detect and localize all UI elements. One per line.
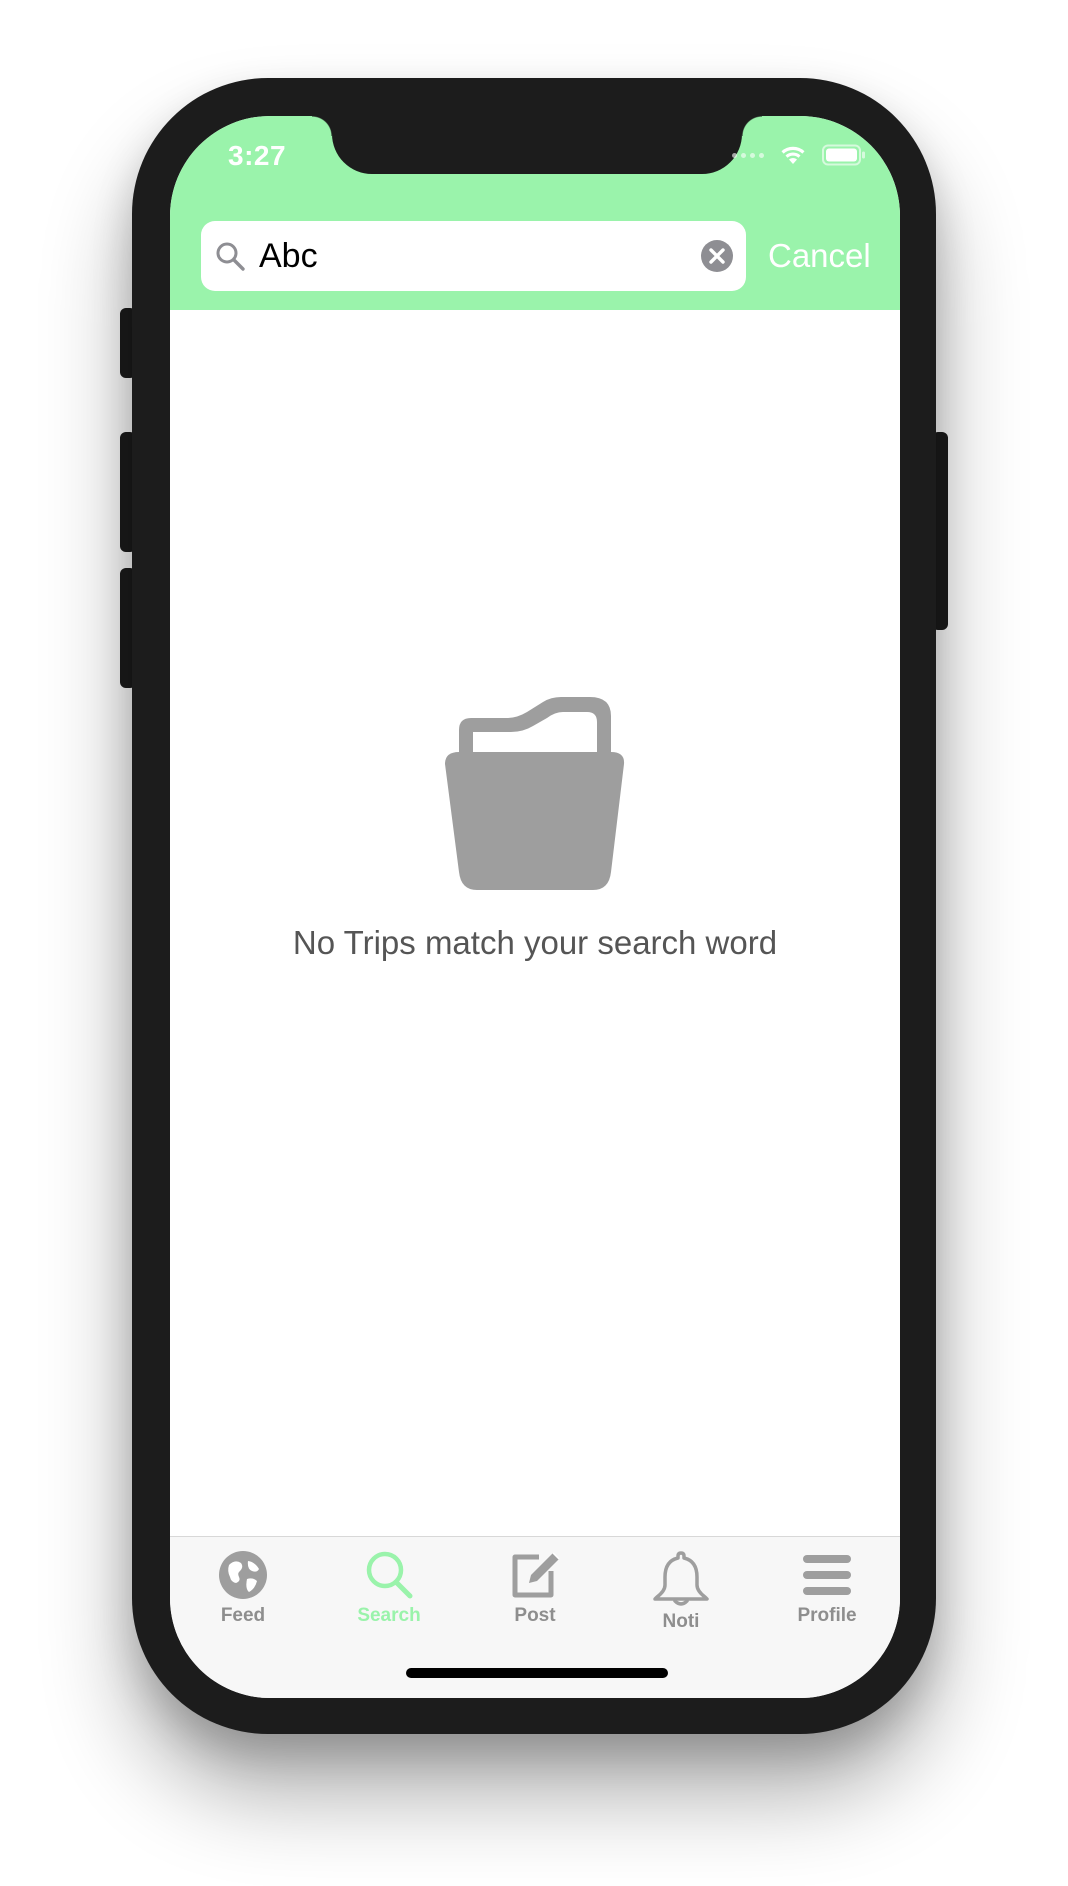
- search-icon: [215, 241, 247, 273]
- status-time: 3:27: [228, 140, 287, 171]
- compose-icon: [512, 1552, 560, 1598]
- battery-icon: [822, 144, 865, 166]
- home-indicator: [406, 1668, 668, 1678]
- search-icon: [366, 1551, 413, 1599]
- bell-icon: [653, 1551, 709, 1606]
- clear-text-icon[interactable]: [700, 239, 734, 273]
- tab-profile-label: Profile: [797, 1605, 857, 1626]
- tab-search-label: Search: [357, 1605, 421, 1626]
- device-mockup: 3:27 Abc Cancel No Trips match your sear…: [0, 0, 1068, 1886]
- cellular-signal-icon: [732, 152, 764, 158]
- notch: [312, 116, 762, 174]
- tab-noti[interactable]: Noti: [608, 1549, 754, 1649]
- screen: 3:27 Abc Cancel No Trips match your sear…: [170, 116, 900, 1698]
- empty-state-message: No Trips match your search word: [292, 924, 778, 961]
- search-input-value[interactable]: Abc: [259, 235, 318, 277]
- tab-profile[interactable]: Profile: [754, 1549, 900, 1649]
- tab-search[interactable]: Search: [316, 1549, 462, 1649]
- tab-post-label: Post: [514, 1605, 556, 1626]
- cancel-button[interactable]: Cancel: [768, 232, 871, 280]
- folder-icon: [435, 694, 635, 894]
- search-field[interactable]: Abc: [201, 221, 746, 291]
- search-header: 3:27 Abc Cancel: [170, 116, 900, 310]
- tab-post[interactable]: Post: [462, 1549, 608, 1649]
- globe-icon: [219, 1551, 267, 1599]
- tab-feed[interactable]: Feed: [170, 1549, 316, 1649]
- status-indicators: [732, 144, 866, 166]
- wifi-icon: [781, 146, 805, 164]
- menu-icon: [803, 1555, 851, 1595]
- tab-noti-label: Noti: [662, 1611, 700, 1632]
- tab-feed-label: Feed: [220, 1605, 266, 1626]
